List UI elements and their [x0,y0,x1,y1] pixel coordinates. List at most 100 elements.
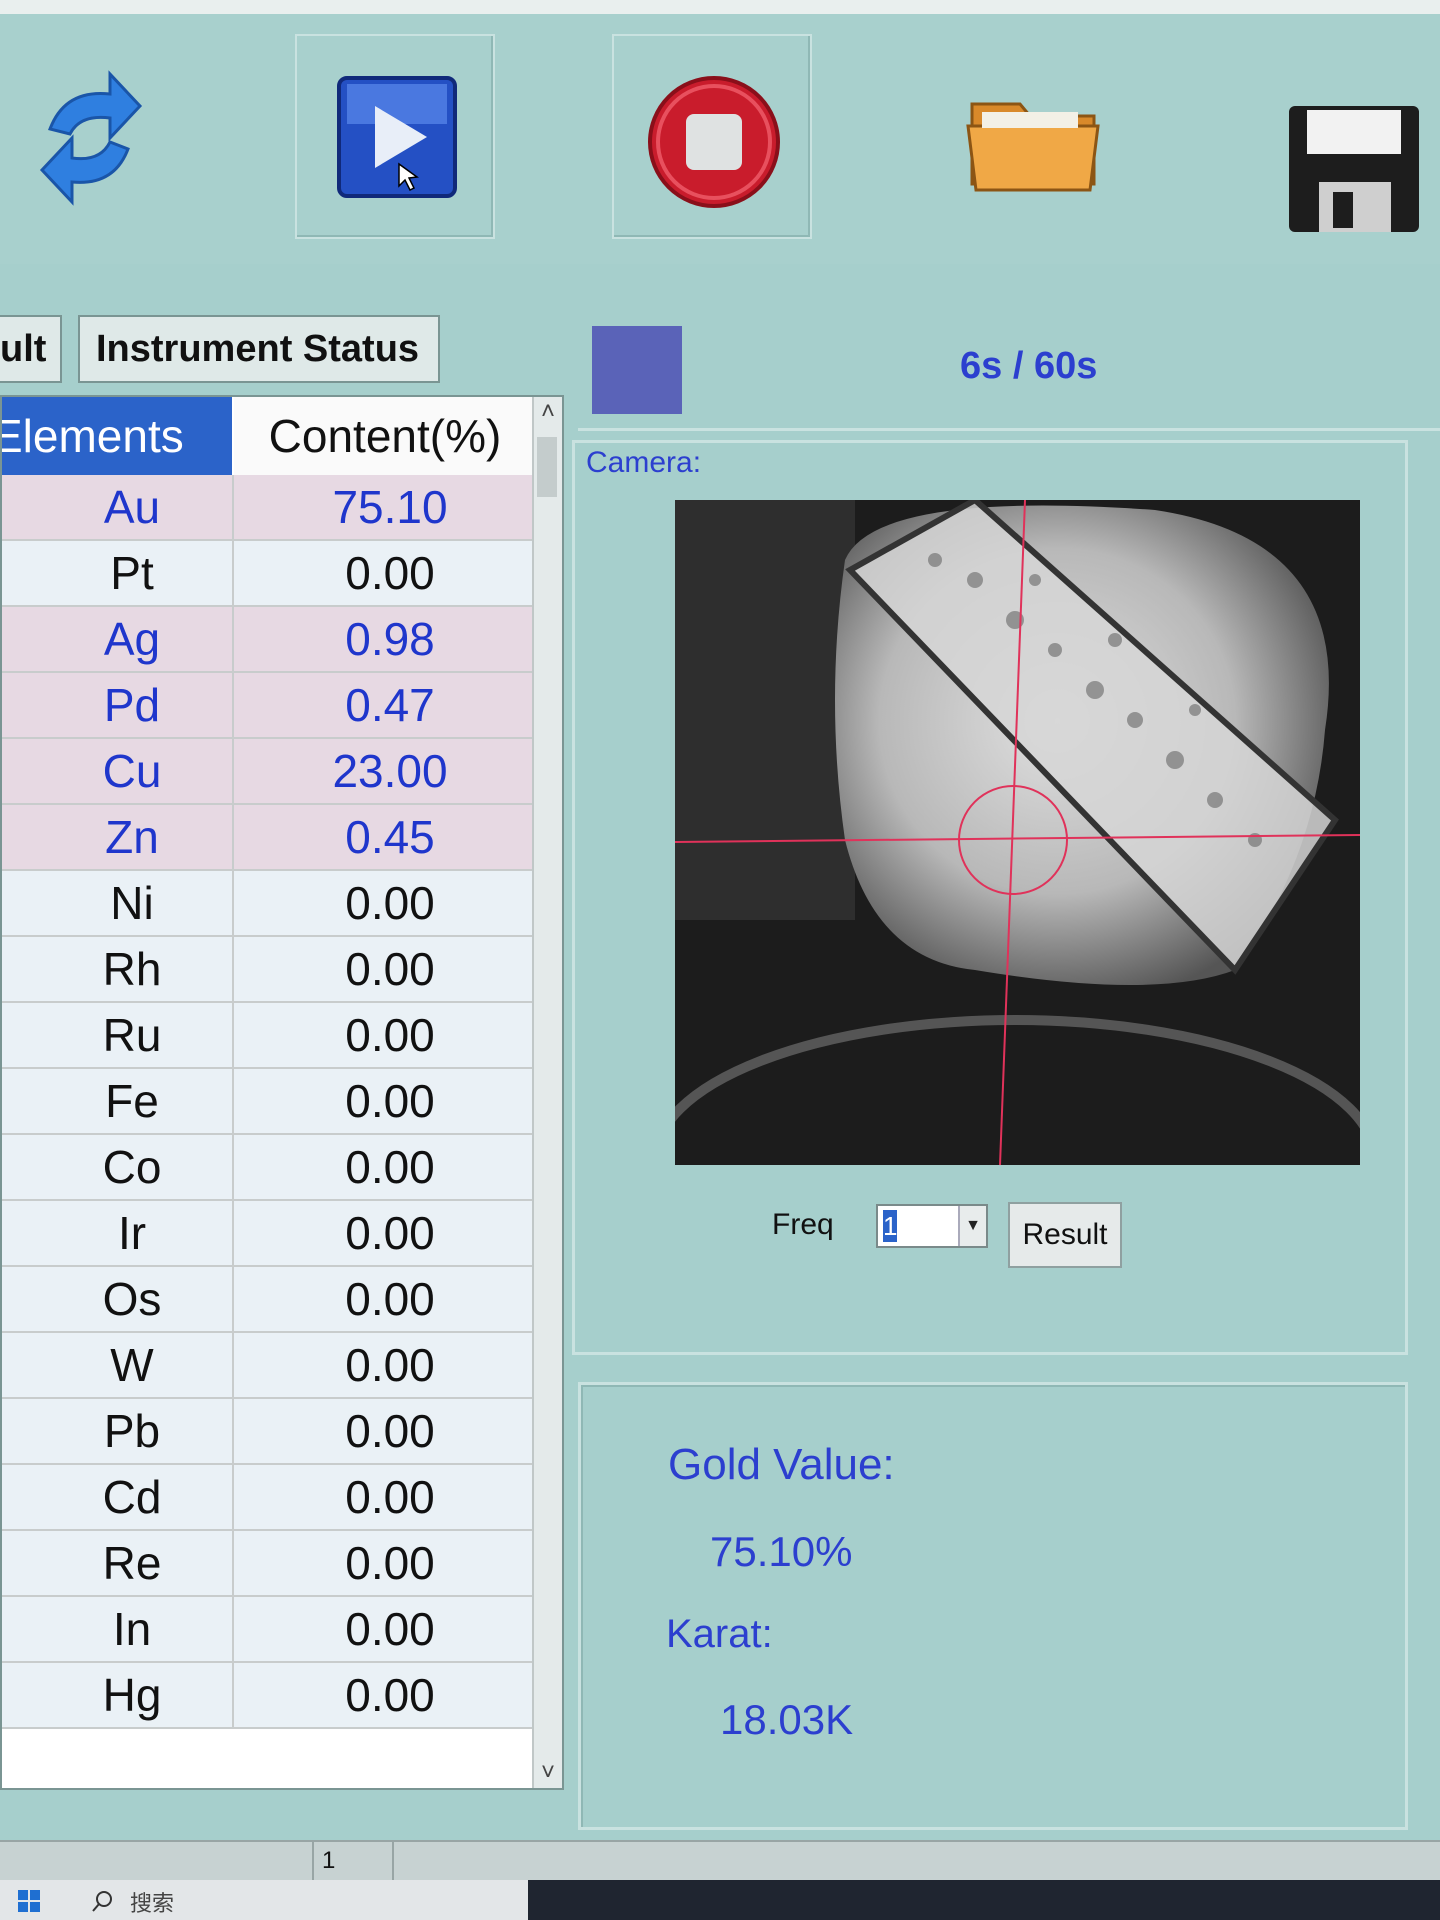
element-symbol: Pt [2,541,234,605]
tab-instrument-status-label: Instrument Status [96,328,420,370]
search-icon[interactable] [90,1888,116,1914]
element-content-value: 0.00 [345,1471,435,1523]
element-symbol: Ag [2,607,234,671]
elements-table: Elements Content(%) Au 75.10 Pt 0.00 Ag 0.98 P… [0,395,564,1790]
play-icon [337,76,457,198]
element-symbol: Ni [2,871,234,935]
camera-label: Camera: [580,446,708,480]
element-symbol: Ru [2,1003,234,1067]
status-bar: 1 [0,1840,1440,1882]
element-content-value: 0.98 [345,613,435,665]
table-row[interactable]: Ru 0.00 [2,1003,536,1069]
element-content-value: 23.00 [332,745,448,797]
column-header-elements[interactable]: Elements [2,397,232,475]
element-content-value: 0.00 [345,1141,435,1193]
element-symbol: Os [2,1267,234,1331]
progress-bar-fill [592,326,682,414]
table-body: Au 75.10 Pt 0.00 Ag 0.98 Pd 0.47 Cu 23.00 Zn 0.45 Ni… [2,475,536,1729]
table-row[interactable]: In 0.00 [2,1597,536,1663]
table-row[interactable]: Rh 0.00 [2,937,536,1003]
karat-label: Karat: [666,1612,773,1656]
folder-icon [966,102,1100,192]
element-content-value: 0.00 [345,943,435,995]
gold-value-label: Gold Value: [668,1440,895,1489]
table-row[interactable]: Re 0.00 [2,1531,536,1597]
camera-feed-image [675,500,1360,1165]
element-content-value: 0.00 [345,1405,435,1457]
element-content-value: 0.00 [345,1075,435,1127]
table-row[interactable]: Co 0.00 [2,1135,536,1201]
element-symbol: Zn [2,805,234,869]
freq-label: Freq [772,1208,834,1241]
element-content-value: 0.00 [345,1009,435,1061]
element-content-value: 0.00 [345,877,435,929]
camera-view [675,500,1360,1165]
element-symbol: Au [2,475,234,539]
element-content-value: 0.00 [345,1537,435,1589]
save-button[interactable] [1235,34,1435,239]
element-symbol: Pb [2,1399,234,1463]
refresh-button[interactable] [10,34,210,239]
taskbar-search-text[interactable]: 搜索 [130,1886,174,1918]
result-button[interactable]: Result [1008,1202,1122,1268]
tab-result[interactable]: ult [0,315,62,383]
floppy-disk-icon [1289,106,1419,232]
taskbar: 搜索 [0,1880,1440,1920]
stop-button[interactable] [612,34,812,239]
chevron-down-icon[interactable]: ▼ [958,1206,986,1246]
element-content-value: 0.45 [345,811,435,863]
tab-instrument-status[interactable]: Instrument Status [78,315,440,383]
element-symbol: W [2,1333,234,1397]
table-row[interactable]: Ni 0.00 [2,871,536,937]
table-row[interactable]: Cu 23.00 [2,739,536,805]
table-row[interactable]: Pb 0.00 [2,1399,536,1465]
table-row[interactable]: Ir 0.00 [2,1201,536,1267]
scroll-up-arrow-icon[interactable]: ˄ [534,397,562,427]
element-symbol: Hg [2,1663,234,1727]
table-header: Elements Content(%) [2,397,536,475]
element-symbol: Fe [2,1069,234,1133]
table-row[interactable]: Zn 0.45 [2,805,536,871]
element-symbol: In [2,1597,234,1661]
element-symbol: Re [2,1531,234,1595]
window-top-strip [0,0,1440,14]
toolbar [0,14,1440,264]
stop-icon [648,76,780,208]
table-row[interactable]: Hg 0.00 [2,1663,536,1729]
element-content-value: 0.00 [345,1207,435,1259]
table-row[interactable]: Au 75.10 [2,475,536,541]
freq-selected-value: 1 [883,1210,898,1242]
table-row[interactable]: Ag 0.98 [2,607,536,673]
element-content-value: 0.00 [345,1603,435,1655]
windows-start-icon[interactable] [10,1880,50,1920]
element-content-value: 0.00 [345,1273,435,1325]
freq-select[interactable]: 1 ▼ [876,1204,988,1248]
open-button[interactable] [930,34,1130,239]
gold-value: 75.10% [710,1528,853,1575]
table-row[interactable]: Fe 0.00 [2,1069,536,1135]
table-scrollbar[interactable]: ˄ ˅ [532,397,562,1788]
tab-result-label: ult [0,328,47,370]
column-header-content[interactable]: Content(%) [234,397,536,475]
progress-time-text: 6s / 60s [960,345,1098,387]
table-row[interactable]: Pt 0.00 [2,541,536,607]
table-row[interactable]: W 0.00 [2,1333,536,1399]
scroll-down-arrow-icon[interactable]: ˅ [534,1758,562,1788]
element-symbol: Pd [2,673,234,737]
element-symbol: Cd [2,1465,234,1529]
element-content-value: 75.10 [332,481,448,533]
start-button[interactable] [295,34,495,239]
table-row[interactable]: Os 0.00 [2,1267,536,1333]
element-symbol: Rh [2,937,234,1001]
table-row[interactable]: Pd 0.47 [2,673,536,739]
element-content-value: 0.00 [345,547,435,599]
element-symbol: Cu [2,739,234,803]
element-content-value: 0.00 [345,1669,435,1721]
scroll-thumb[interactable] [537,437,557,497]
taskbar-apps-area [528,1880,1440,1920]
refresh-icon [39,70,143,206]
element-symbol: Ir [2,1201,234,1265]
element-symbol: Co [2,1135,234,1199]
table-row[interactable]: Cd 0.00 [2,1465,536,1531]
status-cell-empty [0,1842,314,1880]
